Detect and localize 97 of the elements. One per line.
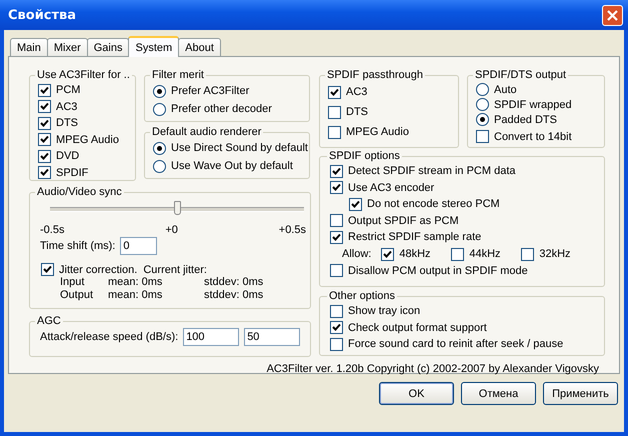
- checkbox-label: Restrict SPDIF sample rate: [348, 231, 482, 244]
- checkbox-label: Convert to 14bit: [494, 130, 572, 142]
- tab[interactable]: Gains: [86, 38, 130, 56]
- close-button[interactable]: [602, 4, 623, 26]
- radio-button[interactable]: [153, 102, 166, 116]
- checkbox[interactable]: [328, 126, 341, 138]
- radio-label: Use Direct Sound by default: [171, 142, 308, 154]
- radio-button[interactable]: [476, 83, 489, 96]
- jitter-stat: mean: 0ms: [108, 289, 164, 302]
- checkbox[interactable]: [330, 214, 343, 228]
- checkbox-label: PCM: [56, 84, 80, 96]
- checkbox-label: Show tray icon: [348, 305, 420, 318]
- checkbox[interactable]: [381, 248, 394, 260]
- group-title: AGC: [36, 315, 62, 328]
- dialog-button[interactable]: Отмена: [461, 382, 536, 405]
- checkbox-label: DTS: [346, 106, 368, 118]
- tab[interactable]: System: [128, 36, 180, 57]
- checkbox[interactable]: [38, 100, 51, 114]
- jitter-stat: mean: 0ms: [108, 276, 164, 289]
- time-shift-field[interactable]: 0: [120, 237, 158, 255]
- window-title: Свойства: [8, 8, 76, 22]
- checkbox[interactable]: [330, 264, 343, 278]
- checkbox[interactable]: [328, 106, 341, 118]
- radio-label: Padded DTS: [494, 114, 557, 126]
- slider-thumb[interactable]: [174, 201, 181, 215]
- checkbox-label: SPDIF: [56, 166, 88, 179]
- jitter-stat: Input: [60, 276, 86, 289]
- checkbox[interactable]: [38, 116, 51, 130]
- radio-button[interactable]: [476, 113, 489, 126]
- checkbox[interactable]: [451, 248, 464, 260]
- checkbox[interactable]: [330, 304, 343, 318]
- dialog-button[interactable]: Применить: [543, 382, 618, 405]
- checkbox-label: Force sound card to reinit after seek / pause: [348, 338, 564, 350]
- radio-label: Prefer AC3Filter: [171, 85, 250, 97]
- jitter-stat: stddev: 0ms: [204, 276, 264, 289]
- speed-field[interactable]: 100: [183, 328, 240, 346]
- checkbox[interactable]: [38, 84, 51, 97]
- group-title: Filter merit: [151, 69, 205, 82]
- dialog-button[interactable]: OK: [379, 382, 454, 405]
- checkbox-label: Check output format support: [348, 322, 487, 334]
- checkbox-label: Output SPDIF as PCM: [348, 214, 459, 227]
- checkbox[interactable]: [38, 133, 51, 146]
- tab[interactable]: Mixer: [46, 38, 88, 56]
- scale-label: +0.5s: [278, 224, 306, 237]
- checkbox-label: DTS: [56, 117, 78, 130]
- radio-button[interactable]: [153, 84, 166, 98]
- checkbox[interactable]: [41, 263, 54, 276]
- radio-button[interactable]: [476, 98, 489, 111]
- group-title: SPDIF options: [328, 150, 401, 163]
- checkbox[interactable]: [330, 181, 343, 194]
- radio-label: Prefer other decoder: [171, 103, 272, 115]
- group-title: SPDIF passthrough: [326, 69, 424, 82]
- group-title: Use AC3Filter for ..: [36, 69, 131, 82]
- group-title: SPDIF/DTS output: [474, 69, 568, 82]
- checkbox-label: DVD: [56, 150, 80, 162]
- checkbox[interactable]: [330, 338, 343, 351]
- jitter-stat: Output: [60, 289, 94, 302]
- scale-label: +0: [165, 224, 178, 237]
- checkbox-label: AC3: [346, 86, 368, 98]
- radio-label: Use Wave Out by default: [171, 160, 293, 172]
- time-shift-label: Time shift (ms):: [40, 240, 116, 252]
- checkbox[interactable]: [330, 321, 343, 334]
- radio-button[interactable]: [153, 160, 166, 172]
- speed-field[interactable]: 50: [244, 328, 300, 346]
- tab[interactable]: About: [178, 38, 221, 56]
- checkbox-label: Jitter correction. Current jitter:: [59, 264, 207, 276]
- checkbox[interactable]: [476, 130, 489, 143]
- radio-label: Auto: [494, 84, 517, 96]
- checkbox[interactable]: [521, 248, 534, 260]
- checkbox-label: 44kHz: [469, 248, 501, 260]
- checkbox[interactable]: [330, 230, 343, 244]
- checkbox-label: Disallow PCM output in SPDIF mode: [348, 264, 528, 277]
- jitter-stat: stddev: 0ms: [204, 289, 264, 302]
- checkbox-label: MPEG Audio: [346, 126, 409, 138]
- radio-button[interactable]: [153, 142, 166, 154]
- checkbox-label: MPEG Audio: [56, 134, 119, 146]
- checkbox[interactable]: [38, 166, 51, 180]
- checkbox[interactable]: [349, 198, 362, 211]
- close-icon: [606, 8, 619, 22]
- group-title: Default audio renderer: [151, 126, 262, 139]
- radio-label: SPDIF wrapped: [494, 98, 572, 110]
- checkbox-label: AC3: [56, 100, 78, 113]
- scale-label: -0.5s: [40, 224, 64, 237]
- checkbox-label: 48kHz: [399, 248, 431, 260]
- checkbox-label: 32kHz: [539, 248, 571, 260]
- checkbox-label: Detect SPDIF stream in PCM data: [348, 165, 516, 178]
- tab[interactable]: Main: [10, 38, 48, 56]
- copyright-text: AC3Filter ver. 1.20b Copyright (c) 2002-2007 by Alexander Vigovsky: [266, 363, 599, 375]
- group-title: Audio/Video sync: [36, 186, 123, 199]
- agc-label: Attack/release speed (dB/s):: [40, 331, 178, 343]
- group-title: Other options: [328, 290, 396, 303]
- checkbox[interactable]: [330, 164, 343, 178]
- checkbox-label: Do not encode stereo PCM: [367, 198, 500, 210]
- checkbox-label: Use AC3 encoder: [348, 182, 434, 194]
- checkbox[interactable]: [38, 150, 51, 163]
- allow-label: Allow:: [342, 248, 372, 260]
- checkbox[interactable]: [328, 86, 341, 98]
